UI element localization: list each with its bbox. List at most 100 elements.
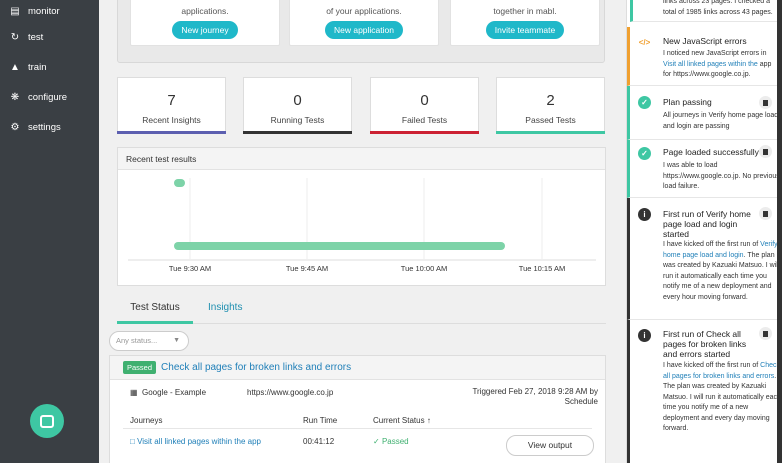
check-icon: ✓ <box>373 437 382 446</box>
result-mark <box>174 179 185 187</box>
divider <box>123 428 592 429</box>
sidebar-item-label: test <box>28 31 44 43</box>
journeys-header: Journeys <box>130 416 163 425</box>
run-time-value: 00:41:12 <box>303 437 335 446</box>
plan-title-link[interactable]: Check all pages for broken links and err… <box>161 362 351 373</box>
current-status-label: Current Status <box>373 416 425 425</box>
feed-scrollbar[interactable] <box>777 0 782 463</box>
sidebar-item-label: monitor <box>28 5 60 17</box>
sidebar-item-test[interactable]: ↻ test <box>0 22 99 52</box>
info-circle-icon: i <box>638 208 651 221</box>
feed-item-javascript-errors[interactable]: </> New JavaScript errors I noticed new … <box>627 27 778 86</box>
result-bar <box>174 242 505 250</box>
feed-item-title: First run of Check all pages for broken … <box>663 329 747 359</box>
feed-item-body: I was able to load https://www.google.co… <box>663 162 780 190</box>
status-value: ✓ Passed <box>373 437 409 446</box>
stat-bar <box>496 131 605 134</box>
application-url: https://www.google.co.jp <box>247 388 334 397</box>
chat-icon <box>40 414 54 428</box>
recent-test-results-chart: Recent test results Tue 9:30 AM Tue 9:45… <box>117 147 606 286</box>
feed-item-title: Plan passing <box>663 97 712 107</box>
feed-item-first-run-check[interactable]: i First run of Check all pages for broke… <box>627 320 781 463</box>
stat-bar <box>370 131 479 134</box>
sort-arrow-icon: ↑ <box>426 416 431 425</box>
feed-item-title: Page loaded successfully <box>663 147 759 157</box>
filter-placeholder: Any status... <box>116 336 158 345</box>
chart-title: Recent test results <box>118 148 605 170</box>
x-tick-label: Tue 10:15 AM <box>519 264 565 273</box>
stat-failed-tests[interactable]: 0 Failed Tests <box>370 77 479 134</box>
monitor-icon: ▤ <box>10 5 20 17</box>
chat-button[interactable] <box>30 404 64 438</box>
tab-test-status[interactable]: Test Status <box>117 296 193 324</box>
feed-item-plan-passing[interactable]: ✓ Plan passing All journeys in Verify ho… <box>627 86 778 140</box>
graduation-cap-icon: ▲ <box>10 61 20 73</box>
sidebar-item-monitor[interactable]: ▤ monitor <box>0 0 99 22</box>
chevron-down-icon: ▼ <box>173 337 180 344</box>
info-circle-icon: i <box>638 329 651 342</box>
stat-value: 0 <box>420 92 429 109</box>
sidebar-item-settings[interactable]: ⚙ settings <box>0 112 99 142</box>
new-application-button[interactable]: New application <box>324 21 403 39</box>
journey-link[interactable]: □ Visit all linked pages within the app <box>130 437 261 446</box>
onboarding-text: together in mabl. <box>493 6 557 16</box>
onboarding-panel: applications. New journey of your applic… <box>117 0 605 63</box>
application-name: Google - Example <box>142 388 207 397</box>
stat-running-tests[interactable]: 0 Running Tests <box>243 77 352 134</box>
sidebar-item-configure[interactable]: ❋ configure <box>0 82 99 112</box>
document-icon: □ <box>130 437 138 446</box>
onboarding-card-application: of your applications. New application <box>289 0 439 46</box>
x-tick-label: Tue 9:30 AM <box>169 264 211 273</box>
onboarding-text: of your applications. <box>326 6 402 16</box>
feed-item-first-run-verify[interactable]: i First run of Verify home page load and… <box>627 198 780 320</box>
stat-value: 7 <box>167 92 176 109</box>
view-output-button[interactable]: View output <box>506 435 594 456</box>
stat-label: Recent Insights <box>142 115 201 125</box>
delete-icon[interactable] <box>759 207 772 220</box>
insights-feed: links across 23 pages. I checked a total… <box>626 0 782 463</box>
stat-passed-tests[interactable]: 2 Passed Tests <box>496 77 605 134</box>
feed-item-body: I noticed new JavaScript errors in Visit… <box>663 50 772 78</box>
tab-insights[interactable]: Insights <box>208 296 242 324</box>
feed-item-body: I have kicked off the first run of Check… <box>663 362 781 432</box>
feed-item-page-loaded[interactable]: ✓ Page loaded successfully I was able to… <box>627 140 780 198</box>
check-circle-icon: ✓ <box>638 96 651 109</box>
sidebar-item-label: train <box>28 61 47 73</box>
sidebar: ▤ monitor ↻ test ▲ train ❋ configure ⚙ s… <box>0 0 99 463</box>
stat-bar <box>243 131 352 134</box>
stat-label: Failed Tests <box>401 115 448 125</box>
main-content: applications. New journey of your applic… <box>99 0 626 463</box>
onboarding-card-journey: applications. New journey <box>130 0 280 46</box>
x-tick-label: Tue 9:45 AM <box>286 264 328 273</box>
sidebar-item-train[interactable]: ▲ train <box>0 52 99 82</box>
feed-item-title: New JavaScript errors <box>663 36 747 46</box>
delete-icon[interactable] <box>759 96 772 109</box>
sidebar-item-label: settings <box>28 121 61 133</box>
result-header: Passed Check all pages for broken links … <box>110 356 605 380</box>
journey-name: Visit all linked pages within the app <box>137 437 261 446</box>
delete-icon[interactable] <box>759 145 772 158</box>
sidebar-item-label: configure <box>28 91 68 103</box>
feed-item-body: All journeys in Verify home page load an… <box>663 112 779 130</box>
onboarding-card-team: together in mabl. Invite teammate <box>450 0 600 46</box>
test-result-card: Passed Check all pages for broken links … <box>109 355 606 463</box>
status-tabs: Test Status Insights <box>117 296 606 324</box>
chart-plot: Tue 9:30 AM Tue 9:45 AM Tue 10:00 AM Tue… <box>128 178 596 273</box>
new-journey-button[interactable]: New journey <box>172 21 238 39</box>
status-filter-select[interactable]: Any status... ▼ <box>109 331 189 351</box>
refresh-icon: ↻ <box>10 31 20 43</box>
delete-icon[interactable] <box>759 327 772 340</box>
feed-item-previous: links across 23 pages. I checked a total… <box>630 0 778 22</box>
triggered-info: Triggered Feb 27, 2018 9:28 AM by Schedu… <box>472 387 598 406</box>
x-tick-label: Tue 10:00 AM <box>401 264 447 273</box>
grid-icon: ▦ <box>130 388 138 397</box>
feed-item-body: links across 23 pages. I checked a total… <box>663 0 773 16</box>
feed-item-body: I have kicked off the first run of Verif… <box>663 241 780 301</box>
stat-label: Running Tests <box>270 115 325 125</box>
code-icon: </> <box>638 38 651 47</box>
stat-label: Passed Tests <box>525 115 576 125</box>
journey-link[interactable]: Visit all linked pages within the <box>663 61 758 68</box>
stat-recent-insights[interactable]: 7 Recent Insights <box>117 77 226 134</box>
current-status-header[interactable]: Current Status ↑ <box>373 416 431 425</box>
invite-teammate-button[interactable]: Invite teammate <box>485 21 565 39</box>
